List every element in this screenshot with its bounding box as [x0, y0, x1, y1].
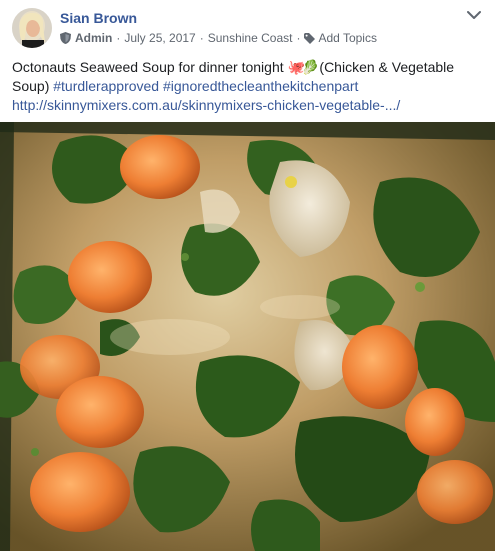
hashtag-link[interactable]: #turdlerapproved: [53, 78, 159, 94]
post-meta: Admin · July 25, 2017 · Sunshine Coast ·…: [60, 31, 377, 45]
chevron-down-icon[interactable]: [467, 10, 481, 20]
avatar-photo: [12, 8, 52, 48]
shared-url-link[interactable]: http://skinnymixers.com.au/skinnymixers-…: [12, 97, 400, 113]
author-name[interactable]: Sian Brown: [60, 10, 137, 26]
meta-separator: ·: [296, 31, 301, 45]
soup-photo: [0, 122, 495, 551]
hashtag-link[interactable]: #ignoredthecleanthekitchenpart: [163, 78, 358, 94]
octopus-emoji: 🐙: [287, 59, 305, 75]
avatar[interactable]: [12, 8, 52, 48]
post-text: Octonauts Seaweed Soup for dinner tonigh…: [12, 58, 484, 115]
add-topics-link[interactable]: Add Topics: [318, 31, 376, 45]
admin-shield-icon: [60, 32, 71, 44]
post-location[interactable]: Sunshine Coast: [208, 31, 293, 45]
meta-separator: ·: [116, 31, 121, 45]
post-photo[interactable]: [0, 122, 495, 551]
leafy-green-emoji: 🥬: [301, 59, 319, 75]
post-header: Sian Brown Admin · July 25, 2017 · Sunsh…: [0, 0, 495, 52]
meta-separator: ·: [199, 31, 204, 45]
admin-role-label: Admin: [75, 31, 113, 45]
tag-icon: [304, 32, 316, 44]
post-date[interactable]: July 25, 2017: [124, 31, 195, 45]
post-text-main: Octonauts Seaweed Soup for dinner tonigh…: [12, 59, 288, 75]
feed-post: Sian Brown Admin · July 25, 2017 · Sunsh…: [0, 0, 495, 551]
